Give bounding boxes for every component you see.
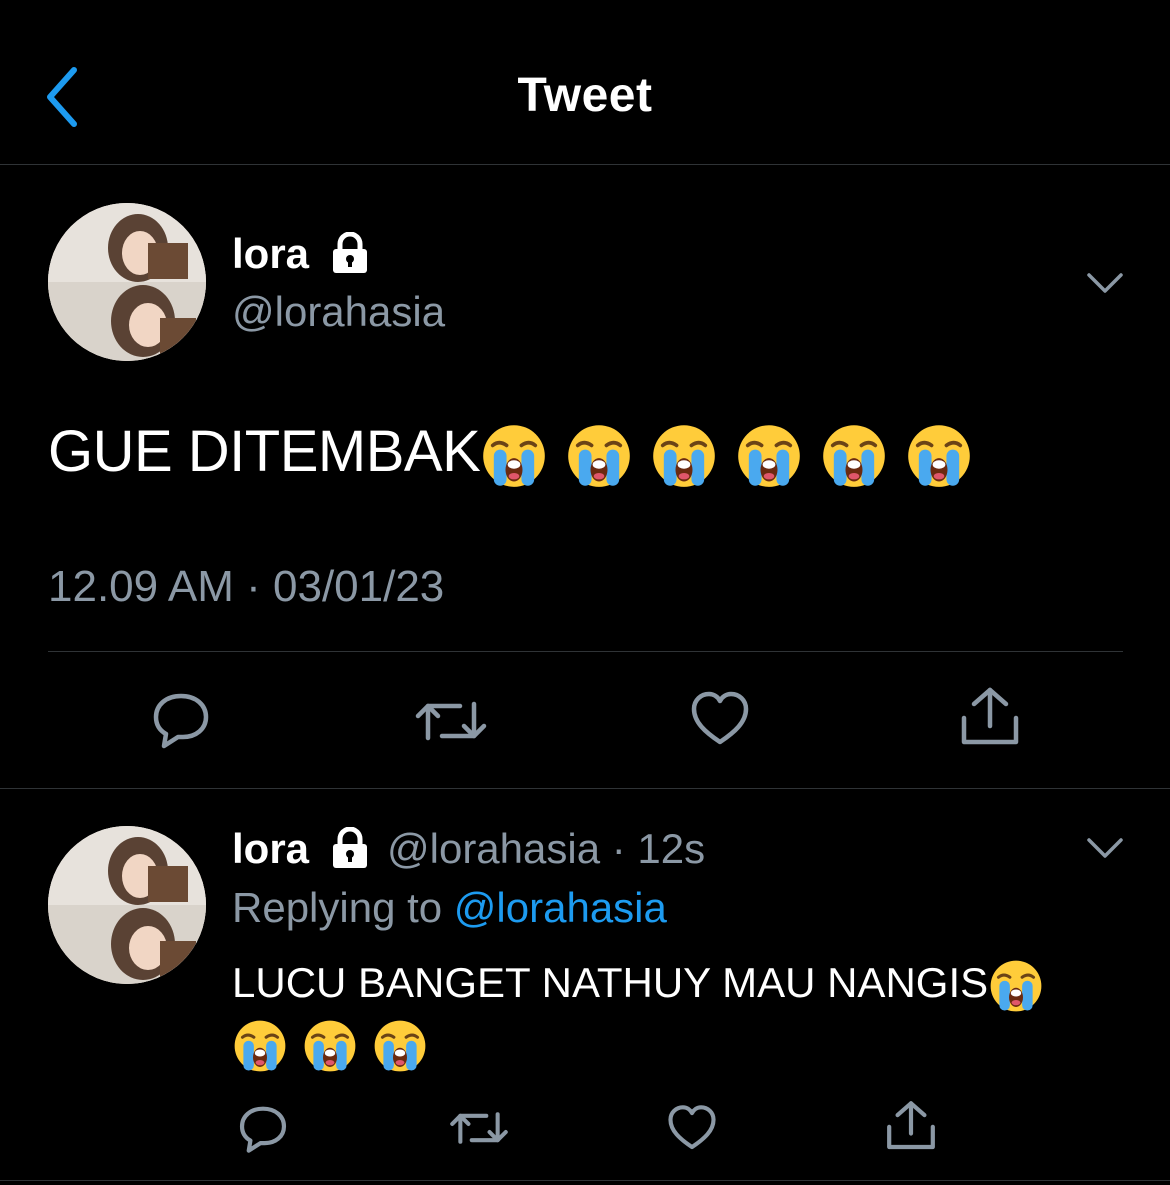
avatar[interactable] [48,826,206,984]
reply-handle[interactable]: @lorahasia [387,825,600,872]
loudly-crying-face-icon [738,424,801,487]
page-title: Tweet [517,69,653,122]
display-name[interactable]: lora [232,230,309,278]
user-handle[interactable]: @lorahasia · 12s [387,825,705,873]
reply-text-line1: LUCU BANGET NATHUY MAU NANGIS [232,958,1058,1014]
display-name[interactable]: lora [232,825,309,873]
emoji-group [232,1019,442,1072]
loudly-crying-face-icon [823,424,886,487]
tweet-body: GUE DITEMBAK [48,419,481,484]
loudly-crying-face-icon [304,1020,356,1072]
loudly-crying-face-icon [653,424,716,487]
retweet-icon[interactable] [414,694,488,748]
tweet-timestamp[interactable]: 12.09 AM · 03/01/23 [48,562,444,612]
loudly-crying-face-icon [568,424,631,487]
chevron-down-icon[interactable] [1085,833,1125,863]
lock-icon [333,232,367,273]
loudly-crying-face-icon [990,960,1042,1012]
emoji-group [988,959,1058,1012]
reply-icon[interactable] [150,688,212,750]
divider [0,1180,1170,1181]
user-handle[interactable]: @lorahasia [232,288,445,336]
reply-body: LUCU BANGET NATHUY MAU NANGIS [232,959,989,1007]
share-icon[interactable] [958,686,1022,748]
chevron-down-icon[interactable] [1085,268,1125,298]
reply-icon[interactable] [237,1102,289,1154]
replying-to: Replying to @lorahasia [232,884,667,932]
loudly-crying-face-icon [483,424,546,487]
reply-text-line2 [232,1018,442,1074]
loudly-crying-face-icon [908,424,971,487]
share-icon[interactable] [884,1100,938,1152]
top-nav-bar: Tweet [0,0,1170,165]
reply-time: · 12s [611,825,706,872]
divider [48,651,1123,652]
like-icon[interactable] [666,1104,718,1152]
retweet-icon[interactable] [449,1106,509,1150]
emoji-group [480,419,990,487]
divider [0,788,1170,789]
loudly-crying-face-icon [374,1020,426,1072]
mention-link[interactable]: @lorahasia [454,884,667,931]
lock-icon [333,827,367,868]
avatar[interactable] [48,203,206,361]
like-icon[interactable] [689,690,751,748]
loudly-crying-face-icon [234,1020,286,1072]
replying-label: Replying to [232,884,443,931]
tweet-text: GUE DITEMBAK [48,418,990,490]
